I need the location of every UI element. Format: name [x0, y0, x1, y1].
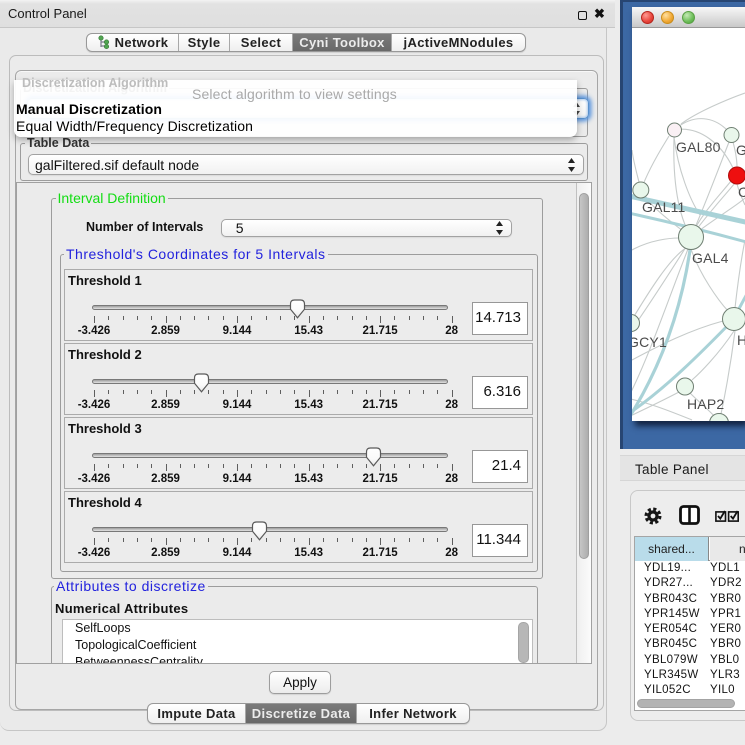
svg-text:G: G: [736, 142, 745, 158]
svg-text:GAL4: GAL4: [692, 250, 729, 266]
svg-text:H: H: [737, 332, 745, 348]
svg-text:GAL80: GAL80: [676, 139, 721, 155]
svg-text:GCY1: GCY1: [632, 334, 667, 350]
svg-text:GAL11: GAL11: [642, 199, 686, 215]
svg-text:C: C: [738, 184, 745, 200]
svg-text:HAP2: HAP2: [687, 396, 724, 412]
